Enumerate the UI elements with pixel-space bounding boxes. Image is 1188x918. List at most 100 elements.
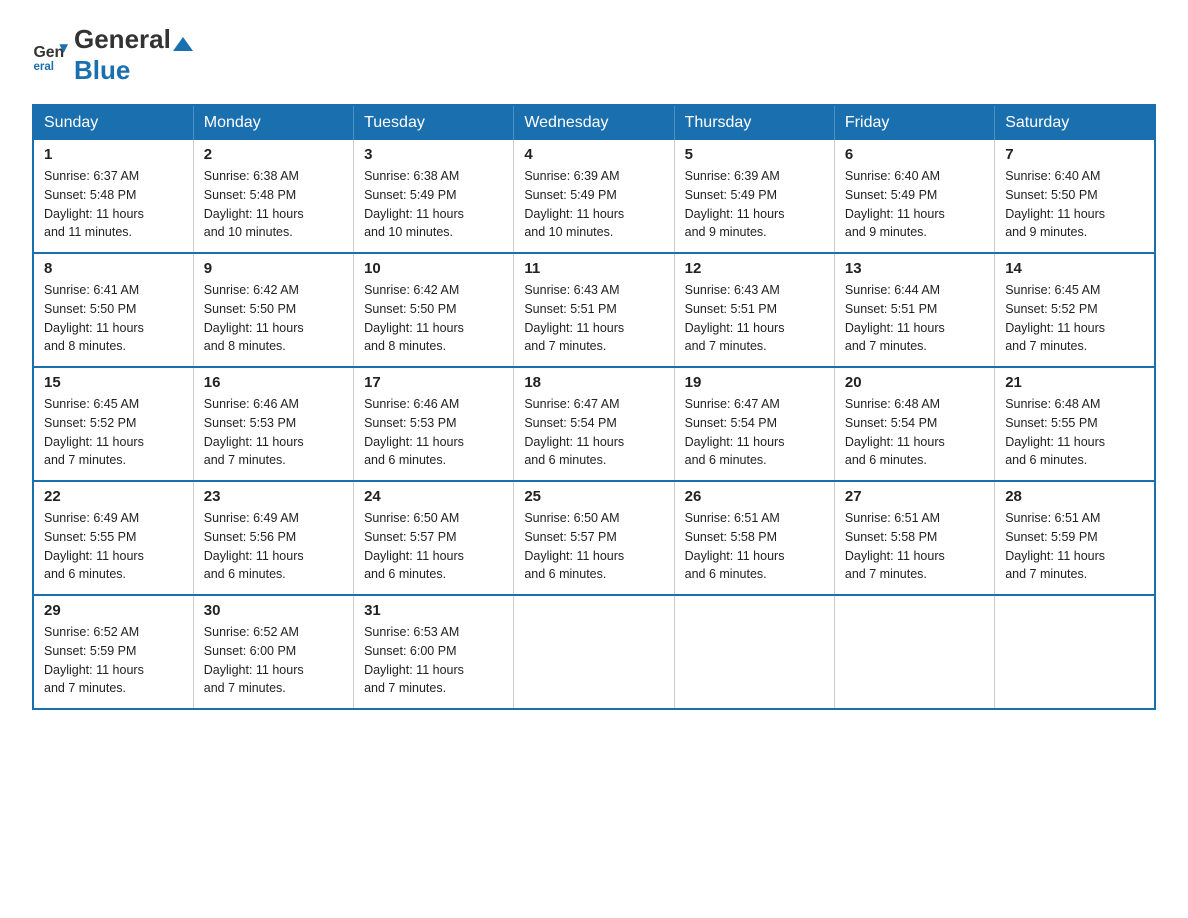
day-info: Sunrise: 6:44 AMSunset: 5:51 PMDaylight:… bbox=[845, 281, 984, 356]
calendar-cell bbox=[834, 595, 994, 709]
weekday-header-friday: Friday bbox=[834, 105, 994, 140]
calendar-table: SundayMondayTuesdayWednesdayThursdayFrid… bbox=[32, 104, 1156, 710]
weekday-header-tuesday: Tuesday bbox=[354, 105, 514, 140]
calendar-week-row: 8Sunrise: 6:41 AMSunset: 5:50 PMDaylight… bbox=[33, 253, 1155, 367]
day-number: 4 bbox=[524, 146, 663, 163]
day-number: 3 bbox=[364, 146, 503, 163]
weekday-header-saturday: Saturday bbox=[995, 105, 1155, 140]
day-number: 12 bbox=[685, 260, 824, 277]
calendar-cell: 28 Sunrise: 6:51 AMSunset: 5:59 PMDayligh… bbox=[995, 481, 1155, 595]
day-info: Sunrise: 6:47 AMSunset: 5:54 PMDaylight:… bbox=[524, 395, 663, 470]
day-info: Sunrise: 6:47 AMSunset: 5:54 PMDaylight:… bbox=[685, 395, 824, 470]
logo-text-blue: Blue bbox=[74, 55, 130, 85]
calendar-cell: 29Sunrise: 6:52 AMSunset: 5:59 PMDayligh… bbox=[33, 595, 193, 709]
calendar-cell: 30 Sunrise: 6:52 AMSunset: 6:00 PMDayligh… bbox=[193, 595, 353, 709]
day-info: Sunrise: 6:48 AMSunset: 5:55 PMDaylight:… bbox=[1005, 395, 1144, 470]
day-info: Sunrise: 6:37 AMSunset: 5:48 PMDaylight:… bbox=[44, 167, 183, 242]
calendar-cell: 16 Sunrise: 6:46 AMSunset: 5:53 PMDayligh… bbox=[193, 367, 353, 481]
calendar-cell bbox=[514, 595, 674, 709]
day-info: Sunrise: 6:39 AMSunset: 5:49 PMDaylight:… bbox=[685, 167, 824, 242]
weekday-header-row: SundayMondayTuesdayWednesdayThursdayFrid… bbox=[33, 105, 1155, 140]
calendar-cell: 15Sunrise: 6:45 AMSunset: 5:52 PMDayligh… bbox=[33, 367, 193, 481]
calendar-cell: 24 Sunrise: 6:50 AMSunset: 5:57 PMDayligh… bbox=[354, 481, 514, 595]
weekday-header-monday: Monday bbox=[193, 105, 353, 140]
logo-arrow bbox=[173, 37, 193, 51]
svg-text:Gen: Gen bbox=[33, 44, 64, 61]
day-info: Sunrise: 6:48 AMSunset: 5:54 PMDaylight:… bbox=[845, 395, 984, 470]
logo-icon: Gen eral bbox=[32, 37, 68, 73]
day-info: Sunrise: 6:52 AMSunset: 5:59 PMDaylight:… bbox=[44, 623, 183, 698]
calendar-cell: 9Sunrise: 6:42 AMSunset: 5:50 PMDaylight… bbox=[193, 253, 353, 367]
day-number: 2 bbox=[204, 146, 343, 163]
day-info: Sunrise: 6:50 AMSunset: 5:57 PMDaylight:… bbox=[364, 509, 503, 584]
weekday-header-sunday: Sunday bbox=[33, 105, 193, 140]
day-info: Sunrise: 6:51 AMSunset: 5:58 PMDaylight:… bbox=[685, 509, 824, 584]
day-number: 20 bbox=[845, 374, 984, 391]
page-header: Gen eral General Blue bbox=[32, 24, 1156, 86]
calendar-cell: 25 Sunrise: 6:50 AMSunset: 5:57 PMDayligh… bbox=[514, 481, 674, 595]
day-info: Sunrise: 6:51 AMSunset: 5:59 PMDaylight:… bbox=[1005, 509, 1144, 584]
day-number: 16 bbox=[204, 374, 343, 391]
calendar-cell: 26 Sunrise: 6:51 AMSunset: 5:58 PMDayligh… bbox=[674, 481, 834, 595]
weekday-header-thursday: Thursday bbox=[674, 105, 834, 140]
day-info: Sunrise: 6:50 AMSunset: 5:57 PMDaylight:… bbox=[524, 509, 663, 584]
day-info: Sunrise: 6:53 AMSunset: 6:00 PMDaylight:… bbox=[364, 623, 503, 698]
day-number: 27 bbox=[845, 488, 984, 505]
day-number: 15 bbox=[44, 374, 183, 391]
day-number: 10 bbox=[364, 260, 503, 277]
calendar-cell: 11Sunrise: 6:43 AMSunset: 5:51 PMDayligh… bbox=[514, 253, 674, 367]
calendar-week-row: 22 Sunrise: 6:49 AMSunset: 5:55 PMDayligh… bbox=[33, 481, 1155, 595]
calendar-cell: 10 Sunrise: 6:42 AMSunset: 5:50 PMDayligh… bbox=[354, 253, 514, 367]
day-number: 25 bbox=[524, 488, 663, 505]
day-number: 22 bbox=[44, 488, 183, 505]
day-info: Sunrise: 6:39 AMSunset: 5:49 PMDaylight:… bbox=[524, 167, 663, 242]
day-info: Sunrise: 6:38 AMSunset: 5:48 PMDaylight:… bbox=[204, 167, 343, 242]
day-info: Sunrise: 6:46 AMSunset: 5:53 PMDaylight:… bbox=[204, 395, 343, 470]
day-info: Sunrise: 6:42 AMSunset: 5:50 PMDaylight:… bbox=[364, 281, 503, 356]
calendar-week-row: 15Sunrise: 6:45 AMSunset: 5:52 PMDayligh… bbox=[33, 367, 1155, 481]
day-info: Sunrise: 6:40 AMSunset: 5:50 PMDaylight:… bbox=[1005, 167, 1144, 242]
calendar-cell: 18 Sunrise: 6:47 AMSunset: 5:54 PMDayligh… bbox=[514, 367, 674, 481]
day-number: 21 bbox=[1005, 374, 1144, 391]
calendar-cell: 1Sunrise: 6:37 AMSunset: 5:48 PMDaylight… bbox=[33, 140, 193, 253]
day-number: 28 bbox=[1005, 488, 1144, 505]
day-number: 14 bbox=[1005, 260, 1144, 277]
calendar-cell: 13 Sunrise: 6:44 AMSunset: 5:51 PMDayligh… bbox=[834, 253, 994, 367]
day-number: 19 bbox=[685, 374, 824, 391]
day-number: 26 bbox=[685, 488, 824, 505]
logo: Gen eral General Blue bbox=[32, 24, 195, 86]
day-info: Sunrise: 6:52 AMSunset: 6:00 PMDaylight:… bbox=[204, 623, 343, 698]
day-info: Sunrise: 6:49 AMSunset: 5:56 PMDaylight:… bbox=[204, 509, 343, 584]
logo-text-general: General bbox=[74, 24, 171, 54]
day-info: Sunrise: 6:40 AMSunset: 5:49 PMDaylight:… bbox=[845, 167, 984, 242]
calendar-cell: 5 Sunrise: 6:39 AMSunset: 5:49 PMDaylight… bbox=[674, 140, 834, 253]
day-number: 18 bbox=[524, 374, 663, 391]
day-number: 9 bbox=[204, 260, 343, 277]
calendar-week-row: 29Sunrise: 6:52 AMSunset: 5:59 PMDayligh… bbox=[33, 595, 1155, 709]
calendar-cell: 22 Sunrise: 6:49 AMSunset: 5:55 PMDayligh… bbox=[33, 481, 193, 595]
calendar-cell: 23 Sunrise: 6:49 AMSunset: 5:56 PMDayligh… bbox=[193, 481, 353, 595]
calendar-cell: 17 Sunrise: 6:46 AMSunset: 5:53 PMDayligh… bbox=[354, 367, 514, 481]
calendar-cell bbox=[674, 595, 834, 709]
calendar-cell: 3Sunrise: 6:38 AMSunset: 5:49 PMDaylight… bbox=[354, 140, 514, 253]
day-number: 23 bbox=[204, 488, 343, 505]
day-number: 5 bbox=[685, 146, 824, 163]
day-number: 6 bbox=[845, 146, 984, 163]
day-number: 17 bbox=[364, 374, 503, 391]
day-number: 31 bbox=[364, 602, 503, 619]
day-info: Sunrise: 6:49 AMSunset: 5:55 PMDaylight:… bbox=[44, 509, 183, 584]
day-info: Sunrise: 6:41 AMSunset: 5:50 PMDaylight:… bbox=[44, 281, 183, 356]
calendar-cell: 12Sunrise: 6:43 AMSunset: 5:51 PMDayligh… bbox=[674, 253, 834, 367]
calendar-cell: 31 Sunrise: 6:53 AMSunset: 6:00 PMDayligh… bbox=[354, 595, 514, 709]
calendar-cell bbox=[995, 595, 1155, 709]
calendar-week-row: 1Sunrise: 6:37 AMSunset: 5:48 PMDaylight… bbox=[33, 140, 1155, 253]
day-info: Sunrise: 6:45 AMSunset: 5:52 PMDaylight:… bbox=[1005, 281, 1144, 356]
day-number: 13 bbox=[845, 260, 984, 277]
calendar-cell: 21 Sunrise: 6:48 AMSunset: 5:55 PMDayligh… bbox=[995, 367, 1155, 481]
calendar-cell: 20 Sunrise: 6:48 AMSunset: 5:54 PMDayligh… bbox=[834, 367, 994, 481]
calendar-cell: 14 Sunrise: 6:45 AMSunset: 5:52 PMDayligh… bbox=[995, 253, 1155, 367]
day-info: Sunrise: 6:46 AMSunset: 5:53 PMDaylight:… bbox=[364, 395, 503, 470]
day-number: 30 bbox=[204, 602, 343, 619]
day-number: 24 bbox=[364, 488, 503, 505]
day-info: Sunrise: 6:43 AMSunset: 5:51 PMDaylight:… bbox=[524, 281, 663, 356]
